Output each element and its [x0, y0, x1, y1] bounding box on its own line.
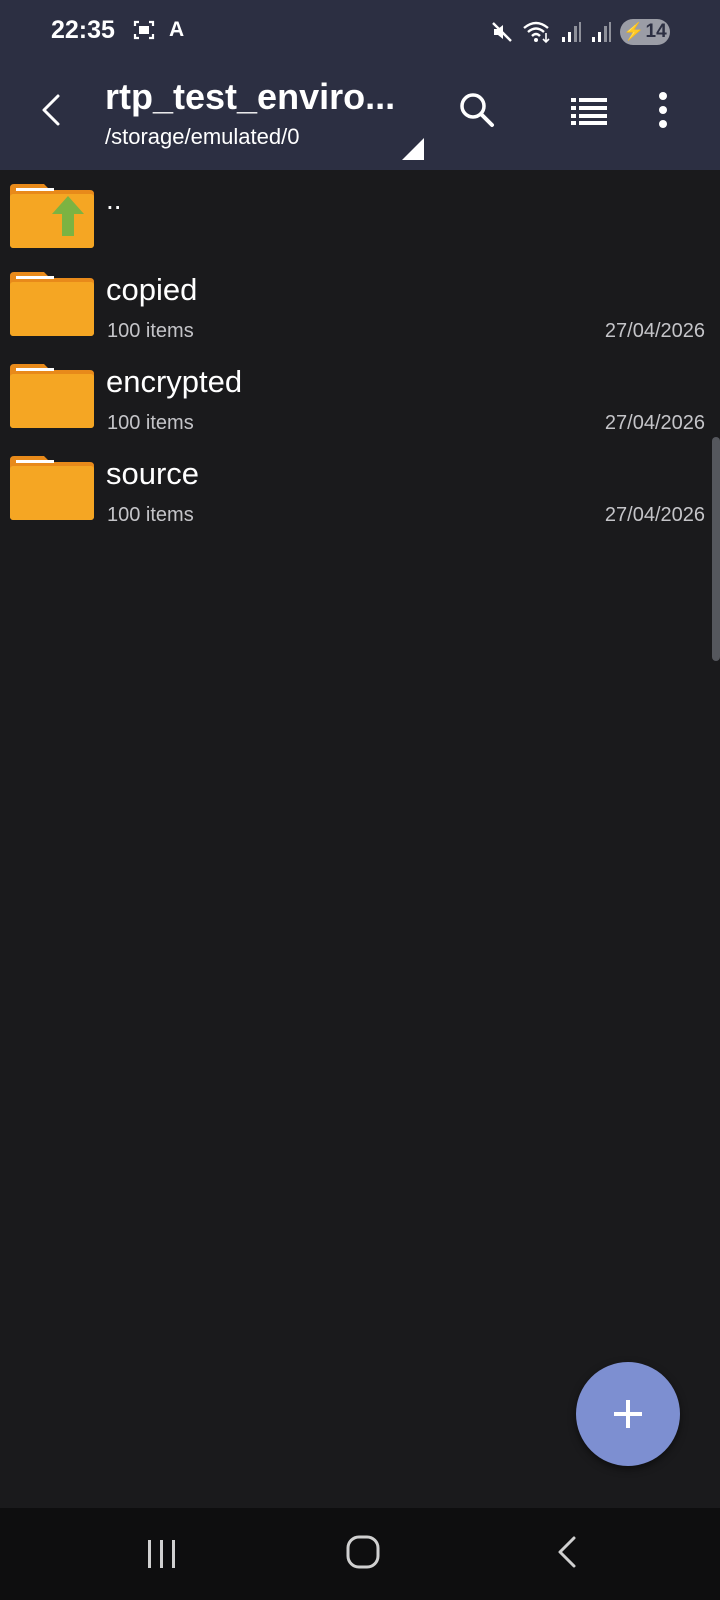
search-icon	[460, 93, 494, 127]
search-button[interactable]	[455, 88, 499, 132]
status-letter: A	[169, 18, 185, 41]
battery-icon: ⚡ 14	[620, 19, 670, 45]
battery-level: 14	[645, 21, 667, 42]
more-options-button[interactable]	[648, 88, 678, 132]
status-bar: 22:35 A ⚡ 14	[0, 0, 720, 66]
plus-icon	[614, 1400, 642, 1428]
list-item[interactable]: encrypted 100 items 27/04/2026	[0, 350, 720, 442]
file-name: encrypted	[106, 364, 243, 399]
modified-date: 27/04/2026	[604, 504, 705, 526]
recents-icon[interactable]	[144, 1534, 180, 1574]
wifi-icon	[523, 21, 550, 44]
scrollbar[interactable]	[712, 437, 720, 661]
status-left-icons: A	[133, 18, 184, 42]
back-arrow-icon	[42, 94, 60, 126]
list-item[interactable]: source 100 items 27/04/2026	[0, 442, 720, 534]
status-time: 22:35	[51, 16, 115, 44]
file-name: source	[106, 456, 200, 491]
folder-path[interactable]: /storage/emulated/0	[105, 124, 299, 150]
path-dropdown-icon[interactable]	[402, 138, 424, 160]
app-toolbar: rtp_test_enviro... /storage/emulated/0	[0, 66, 720, 170]
folder-up-icon	[10, 184, 94, 248]
parent-directory-row[interactable]: ..	[0, 170, 720, 258]
signal-icon	[562, 22, 581, 42]
list-view-icon	[571, 98, 607, 125]
file-name: ..	[106, 184, 122, 215]
add-button[interactable]	[576, 1362, 680, 1466]
back-button[interactable]	[30, 88, 74, 132]
file-list: .. copied 100 items 27/04/2026 encrypted…	[0, 170, 720, 534]
item-count: 100 items	[107, 504, 194, 526]
more-vertical-icon	[659, 92, 667, 128]
item-count: 100 items	[107, 412, 194, 434]
folder-icon	[10, 364, 94, 428]
back-icon[interactable]	[552, 1532, 582, 1572]
charging-bolt-icon: ⚡	[623, 22, 645, 41]
home-icon[interactable]	[344, 1532, 384, 1572]
list-view-button[interactable]	[568, 90, 610, 132]
signal-icon	[592, 22, 611, 42]
folder-icon	[10, 272, 94, 336]
mute-icon	[492, 22, 512, 42]
modified-date: 27/04/2026	[604, 320, 705, 342]
file-name: copied	[106, 272, 198, 307]
item-count: 100 items	[107, 320, 194, 342]
folder-icon	[10, 456, 94, 520]
screenshot-icon	[133, 20, 155, 40]
navigation-bar	[0, 1508, 720, 1600]
list-item[interactable]: copied 100 items 27/04/2026	[0, 258, 720, 350]
modified-date: 27/04/2026	[604, 412, 705, 434]
folder-title: rtp_test_enviro...	[105, 76, 396, 117]
status-right-icons: ⚡ 14	[490, 19, 670, 45]
